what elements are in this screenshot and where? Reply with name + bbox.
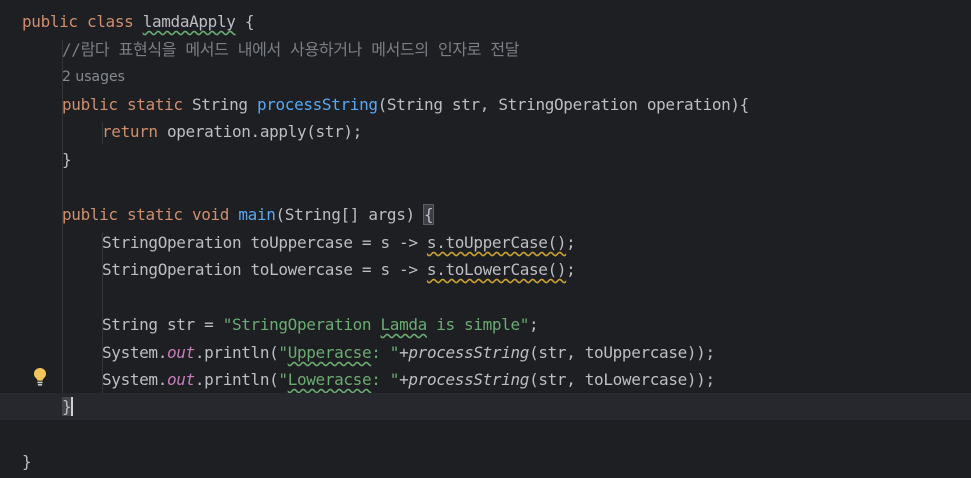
- code-line: System.out.println("Upperacse: "+process…: [0, 339, 971, 366]
- declaration: String str =: [102, 315, 223, 334]
- brace: }: [22, 452, 32, 471]
- arguments: (str, toLowercase));: [529, 370, 715, 389]
- code-editor[interactable]: public class lamdaApply { //람다 표현식을 메서드 …: [0, 0, 971, 478]
- string-literal: ": [278, 343, 288, 362]
- brace: {: [235, 12, 255, 31]
- arguments: (str, toUppercase));: [529, 343, 715, 362]
- expression: operation.apply(str);: [157, 122, 362, 141]
- code-line: public static String processString(Strin…: [0, 91, 971, 118]
- code-line: }: [0, 146, 971, 173]
- lambda-body: s.toUpperCase(): [426, 233, 567, 252]
- string-literal: : ": [371, 370, 400, 389]
- keyword: public static: [62, 95, 192, 114]
- code-line: //람다 표현식을 메서드 내에서 사용하거나 메서드의 인자로 전달: [0, 36, 971, 63]
- declaration: StringOperation toUppercase = s ->: [102, 233, 427, 252]
- method-name: main: [238, 205, 276, 224]
- method-call: .println(: [194, 343, 279, 362]
- brace: }: [62, 150, 72, 169]
- code-line: StringOperation toLowercase = s -> s.toL…: [0, 256, 971, 283]
- params: (String str, StringOperation operation){: [377, 95, 750, 114]
- caret-brace: }: [62, 397, 74, 416]
- declaration: StringOperation toLowercase = s ->: [102, 260, 427, 279]
- static-field: out: [166, 343, 195, 362]
- class-name: lamdaApply: [142, 12, 236, 31]
- codelens-line: 2 usages: [0, 64, 971, 91]
- static-call: processString: [408, 343, 530, 362]
- code-line: String str = "StringOperation Lamda is s…: [0, 311, 971, 338]
- semicolon: ;: [529, 315, 539, 334]
- semicolon: ;: [566, 233, 576, 252]
- keyword: return: [102, 122, 158, 141]
- comment: //람다 표현식을 메서드 내에서 사용하거나 메서드의 인자로 전달: [62, 40, 520, 59]
- string-literal: : ": [371, 343, 400, 362]
- usages-hint[interactable]: 2 usages: [62, 64, 125, 91]
- code-line: StringOperation toUppercase = s -> s.toU…: [0, 229, 971, 256]
- params: (String[] args): [275, 205, 425, 224]
- string-literal: ": [278, 370, 288, 389]
- string-typo: Upperacse: [287, 343, 372, 362]
- static-call: processString: [408, 370, 530, 389]
- code-line: public static void main(String[] args) {: [0, 201, 971, 228]
- string-literal: "StringOperation: [222, 315, 381, 334]
- lambda-body: s.toLowerCase(): [426, 260, 567, 279]
- code-line: }: [0, 448, 971, 475]
- static-field: out: [166, 370, 195, 389]
- method-call: .println(: [194, 370, 279, 389]
- string-typo: Lamda: [380, 315, 428, 334]
- code-line: System.out.println("Loweracse: "+process…: [0, 366, 971, 393]
- semicolon: ;: [566, 260, 576, 279]
- keyword: public class: [22, 12, 143, 31]
- string-literal: is simple": [426, 315, 530, 334]
- code-line: return operation.apply(str);: [0, 118, 971, 145]
- system-class: System.: [102, 370, 167, 389]
- lightbulb-icon[interactable]: [33, 367, 47, 387]
- matched-brace: {: [423, 204, 435, 225]
- system-class: System.: [102, 343, 167, 362]
- keyword: public static void: [62, 205, 239, 224]
- current-line[interactable]: }: [0, 393, 971, 420]
- string-typo: Loweracse: [287, 370, 372, 389]
- method-name: processString: [256, 95, 378, 114]
- operator: +: [399, 370, 409, 389]
- operator: +: [399, 343, 409, 362]
- type: String: [191, 95, 257, 114]
- code-line: public class lamdaApply {: [0, 8, 971, 35]
